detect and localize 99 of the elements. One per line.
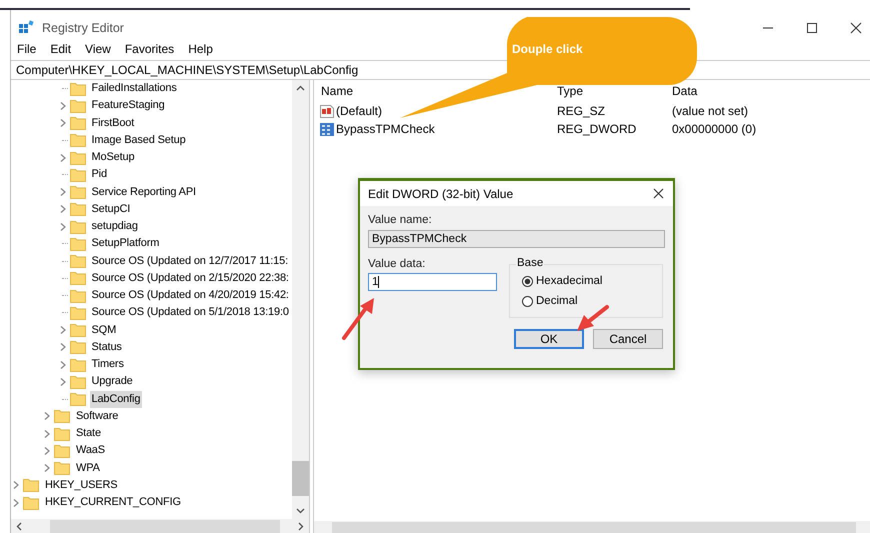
tree-item[interactable]: HKEY_USERS	[43, 476, 120, 494]
folder-icon	[70, 236, 86, 251]
folder-icon	[70, 185, 86, 200]
tree-item[interactable]: SetupPlatform	[90, 235, 162, 252]
tree-item[interactable]: LabConfig	[90, 390, 142, 408]
folder-icon	[70, 392, 86, 406]
tree-item[interactable]: Source OS (Updated on 12/7/2017 11:15:	[90, 252, 290, 270]
chevron-icon[interactable]	[42, 463, 52, 474]
folder-icon	[70, 306, 86, 320]
tree-item[interactable]: State	[74, 425, 103, 442]
tree-item[interactable]: SetupCI	[90, 200, 132, 218]
field-label: Value name:	[368, 214, 433, 226]
column-header[interactable]: Type	[557, 84, 584, 98]
chevron-icon[interactable]	[42, 428, 52, 439]
chevron-icon[interactable]	[42, 446, 52, 456]
folder-icon	[70, 133, 86, 148]
chevron-icon[interactable]	[11, 480, 21, 490]
tree-item[interactable]: WaaS	[74, 442, 107, 460]
tree-item[interactable]: Upgrade	[90, 373, 135, 390]
folder-icon	[70, 271, 86, 286]
close-icon[interactable]	[653, 188, 664, 199]
tree-item[interactable]: FirstBoot	[90, 114, 136, 132]
binary-value-icon	[319, 122, 335, 136]
folder-icon	[23, 496, 39, 510]
tree-item[interactable]: Status	[90, 338, 124, 356]
table-cell-text: 0x00000000 (0)	[672, 122, 758, 136]
dialog-button[interactable]: Cancel	[593, 329, 663, 349]
tree-item[interactable]: HKEY_CURRENT_CONFIG	[43, 494, 183, 512]
value-name-field[interactable]: BypassTPMCheck	[368, 230, 665, 248]
scrollbar[interactable]	[292, 80, 309, 519]
folder-icon	[54, 409, 70, 424]
menu-item[interactable]: Help	[188, 42, 213, 56]
value-name[interactable]: BypassTPMCheck	[336, 122, 435, 136]
tree-item[interactable]: FeatureStaging	[90, 97, 167, 114]
tree-item[interactable]: Pid	[90, 166, 109, 184]
menu-item[interactable]: Favorites	[124, 42, 174, 56]
scroll-down-icon[interactable]	[296, 508, 305, 514]
scrollbar[interactable]	[11, 519, 309, 533]
close-icon[interactable]	[850, 22, 862, 34]
menu-item[interactable]: Edit	[50, 42, 72, 56]
column-header[interactable]: Name	[321, 84, 354, 98]
tree-item[interactable]: Software	[74, 408, 120, 425]
folder-icon	[70, 168, 86, 182]
folder-icon	[70, 254, 86, 268]
callout-text: Douple click	[512, 42, 583, 56]
pointer-arrow	[574, 304, 610, 334]
folder-icon	[70, 202, 86, 216]
tree-item[interactable]: setupdiag	[90, 218, 140, 236]
group-label: Base	[516, 257, 544, 269]
folder-icon	[70, 358, 86, 372]
radio-button[interactable]	[522, 276, 533, 286]
scroll-right-icon[interactable]	[298, 522, 304, 530]
table-cell-text: REG_SZ	[557, 104, 606, 118]
menu-item[interactable]: View	[85, 42, 111, 56]
table-cell-text: (value not set)	[672, 104, 750, 118]
window-title: Registry Editor	[42, 21, 124, 35]
field-label: Value data:	[368, 258, 426, 270]
value-data-field[interactable]: 1	[368, 273, 497, 291]
tree-item[interactable]: MoSetup	[90, 149, 136, 166]
chevron-icon[interactable]	[42, 411, 52, 422]
tree-item[interactable]: Source OS (Updated on 4/20/2019 15:42:	[90, 287, 291, 304]
tree-item[interactable]: Service Reporting API	[90, 184, 198, 201]
radio-button[interactable]	[522, 296, 533, 306]
scrollbar-thumb[interactable]	[50, 520, 280, 533]
dialog-button[interactable]: OK	[514, 329, 584, 349]
string-value-icon	[319, 104, 335, 118]
scrollbar-thumb[interactable]	[292, 461, 309, 496]
radio-label[interactable]: Decimal	[536, 295, 578, 307]
folder-icon	[70, 374, 86, 389]
tree-item[interactable]: Timers	[90, 356, 126, 374]
value-name[interactable]: (Default)	[336, 104, 382, 118]
scroll-up-icon[interactable]	[296, 85, 305, 91]
folder-icon	[70, 340, 86, 354]
tree-item[interactable]: WPA	[74, 460, 102, 477]
maximize-icon[interactable]	[806, 22, 818, 34]
folder-icon	[70, 116, 86, 130]
folder-icon	[70, 220, 86, 234]
dialog-title: Edit DWORD (32-bit) Value	[368, 186, 514, 200]
chevron-icon[interactable]	[11, 498, 21, 508]
folder-icon	[23, 478, 39, 492]
folder-icon	[54, 426, 70, 441]
tree-item[interactable]: Source OS (Updated on 5/1/2018 13:19:0	[90, 304, 291, 322]
folder-icon	[70, 323, 86, 338]
scroll-left-icon[interactable]	[16, 522, 22, 530]
folder-icon	[70, 98, 86, 113]
tree-item[interactable]: Image Based Setup	[90, 132, 188, 149]
folder-icon	[54, 444, 70, 458]
tree-item[interactable]: FailedInstallations	[90, 80, 179, 98]
tree-item[interactable]: Source OS (Updated on 2/15/2020 22:38:	[90, 270, 291, 287]
table-cell-text: REG_DWORD	[557, 122, 638, 136]
radio-label[interactable]: Hexadecimal	[536, 275, 602, 287]
column-header[interactable]: Data	[672, 84, 698, 98]
folder-icon	[70, 288, 86, 303]
tree-item[interactable]: SQM	[90, 322, 118, 339]
folder-icon	[70, 82, 86, 96]
registry-icon	[18, 20, 34, 36]
folder-icon	[54, 461, 70, 476]
folder-icon	[70, 150, 86, 165]
menu-item[interactable]: File	[17, 42, 36, 56]
